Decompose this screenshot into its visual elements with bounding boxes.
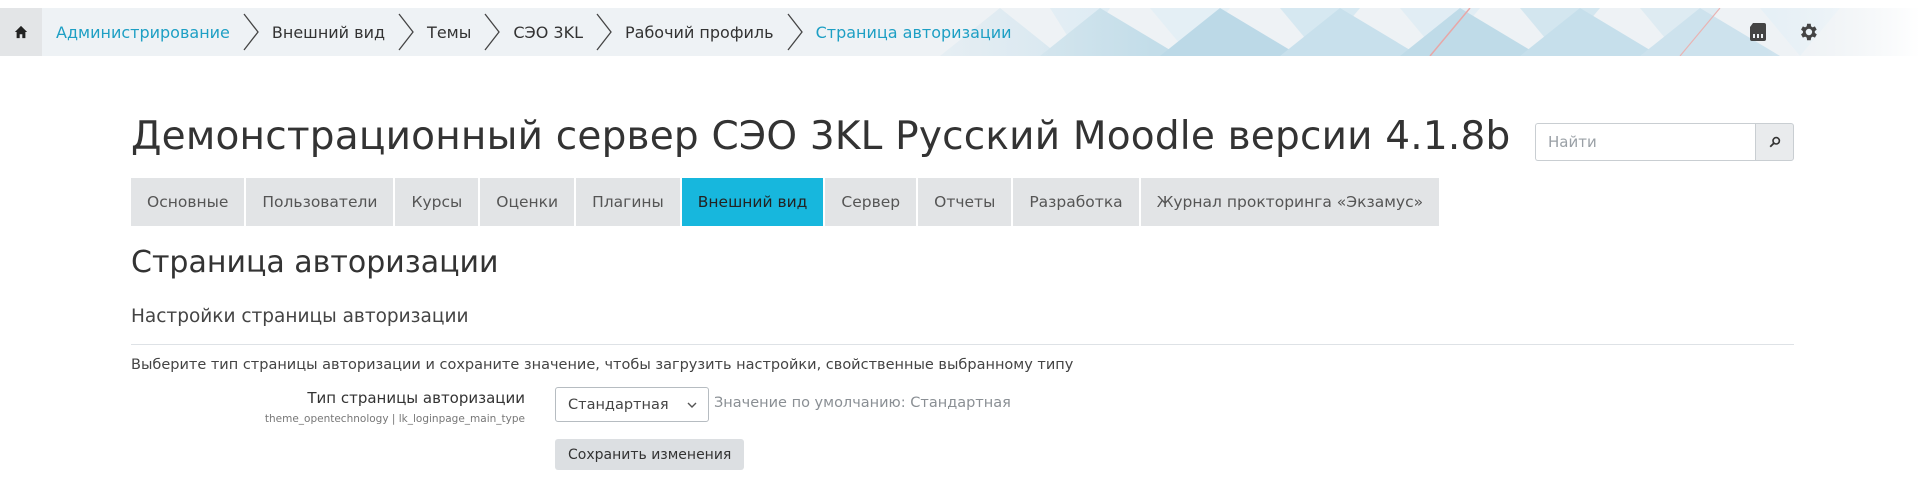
login-page-type-select[interactable]: Стандартная bbox=[555, 387, 709, 422]
breadcrumb-label[interactable]: Внешний вид bbox=[272, 23, 385, 42]
sd-card-button[interactable] bbox=[1746, 20, 1770, 44]
setting-label-block: Тип страницы авторизации theme_opentechn… bbox=[265, 389, 525, 425]
breadcrumb: Администрирование Внешний вид Темы СЭО 3… bbox=[56, 8, 1012, 56]
breadcrumb-item-login-page[interactable]: Страница авторизации bbox=[816, 23, 1012, 42]
chevron-right-icon bbox=[243, 13, 259, 51]
search-input[interactable] bbox=[1535, 123, 1755, 161]
breadcrumb-item-administration[interactable]: Администрирование bbox=[56, 8, 272, 56]
tab-appearance[interactable]: Внешний вид bbox=[681, 178, 824, 226]
breadcrumb-item-appearance[interactable]: Внешний вид bbox=[272, 8, 427, 56]
tab-development[interactable]: Разработка bbox=[1013, 178, 1139, 226]
tab-courses[interactable]: Курсы bbox=[395, 178, 479, 226]
tab-plugins[interactable]: Плагины bbox=[576, 178, 680, 226]
home-button[interactable] bbox=[0, 8, 42, 56]
breadcrumb-label[interactable]: Темы bbox=[427, 23, 471, 42]
navbar-actions bbox=[1746, 8, 1820, 56]
breadcrumb-label[interactable]: Страница авторизации bbox=[816, 23, 1012, 42]
search-box bbox=[1535, 123, 1794, 161]
tab-reports[interactable]: Отчеты bbox=[918, 178, 1012, 226]
setting-label: Тип страницы авторизации bbox=[307, 389, 525, 407]
admin-tabs: Основные Пользователи Курсы Оценки Плаги… bbox=[131, 178, 1441, 226]
breadcrumb-item-theme-3kl[interactable]: СЭО 3KL bbox=[513, 8, 625, 56]
breadcrumb-item-themes[interactable]: Темы bbox=[427, 8, 513, 56]
default-value-text: Значение по умолчанию: Стандартная bbox=[714, 395, 1011, 411]
breadcrumb-item-work-profile[interactable]: Рабочий профиль bbox=[625, 8, 816, 56]
search-icon bbox=[1769, 136, 1780, 148]
chevron-right-icon bbox=[596, 13, 612, 51]
chevron-right-icon bbox=[484, 13, 501, 51]
home-icon bbox=[14, 25, 28, 39]
section-description: Выберите тип страницы авторизации и сохр… bbox=[131, 357, 1074, 373]
section-heading: Настройки страницы авторизации bbox=[131, 306, 469, 327]
page-title: Страница авторизации bbox=[131, 245, 499, 280]
site-title: Демонстрационный сервер СЭО 3KL Русский … bbox=[131, 114, 1511, 159]
sd-card-icon bbox=[1750, 23, 1766, 41]
setting-key: theme_opentechnology | lk_loginpage_main… bbox=[264, 413, 525, 425]
gear-icon bbox=[1801, 23, 1817, 41]
save-changes-button[interactable]: Сохранить изменения bbox=[555, 439, 745, 470]
select-value: Стандартная bbox=[568, 396, 669, 413]
top-navbar: Администрирование Внешний вид Темы СЭО 3… bbox=[0, 8, 1920, 56]
breadcrumb-label[interactable]: Рабочий профиль bbox=[625, 23, 774, 42]
tab-grades[interactable]: Оценки bbox=[480, 178, 575, 226]
tab-server[interactable]: Сервер bbox=[825, 178, 917, 226]
section-divider bbox=[131, 344, 1794, 345]
chevron-right-icon bbox=[787, 13, 803, 51]
tab-general[interactable]: Основные bbox=[131, 178, 245, 226]
tab-proctoring-log[interactable]: Журнал прокторинга «Экзамус» bbox=[1140, 178, 1440, 226]
chevron-down-icon bbox=[687, 402, 697, 408]
breadcrumb-label[interactable]: СЭО 3KL bbox=[513, 23, 583, 42]
tab-users[interactable]: Пользователи bbox=[246, 178, 394, 226]
settings-button[interactable] bbox=[1796, 20, 1820, 44]
chevron-right-icon bbox=[398, 13, 414, 51]
breadcrumb-label[interactable]: Администрирование bbox=[56, 23, 230, 42]
search-button[interactable] bbox=[1755, 123, 1794, 161]
